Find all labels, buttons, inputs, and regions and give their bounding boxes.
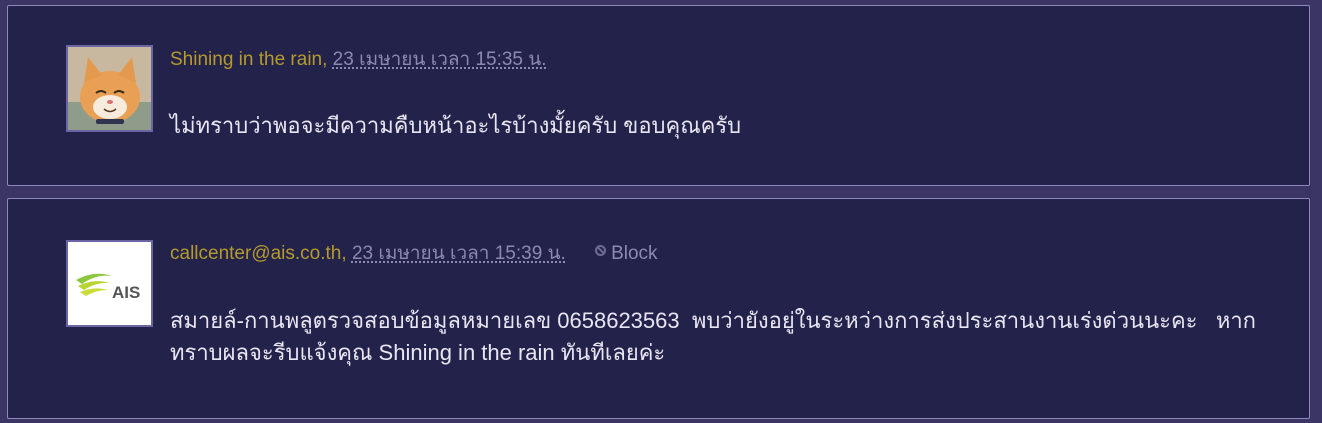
comment-text: ไม่ทราบว่าพอจะมีความคืบหน้าอะไรบ้างมั้ยค… [170, 113, 742, 138]
comment-author[interactable]: callcenter@ais.co.th [170, 243, 341, 264]
comment-item: Shining in the rain, 23 เมษายน เวลา 15:3… [7, 5, 1310, 186]
ais-logo-icon: AIS [68, 242, 151, 325]
meta-separator: , [341, 243, 347, 264]
comment-text: สมายล์-กานพลูตรวจสอบข้อมูลหมายเลข 065862… [170, 308, 1256, 365]
comment-date[interactable]: 23 เมษายน เวลา 15:35 น. [333, 49, 547, 70]
meta-separator: , [322, 49, 328, 70]
block-button[interactable]: Block [595, 242, 658, 266]
cat-avatar-image [68, 47, 151, 130]
avatar[interactable] [66, 45, 153, 132]
comment-item: AIS callcenter@ais.co.th, 23 เมษายน เวลา… [7, 198, 1310, 419]
comment-author[interactable]: Shining in the rain [170, 49, 322, 70]
avatar[interactable]: AIS [66, 240, 153, 327]
ais-logo-text: AIS [112, 283, 140, 302]
comment-date[interactable]: 23 เมษายน เวลา 15:39 น. [352, 243, 566, 264]
block-label: Block [611, 243, 658, 264]
comment-meta: Shining in the rain, 23 เมษายน เวลา 15:3… [170, 48, 547, 72]
block-icon [595, 245, 607, 256]
comment-meta: callcenter@ais.co.th, 23 เมษายน เวลา 15:… [170, 242, 658, 266]
